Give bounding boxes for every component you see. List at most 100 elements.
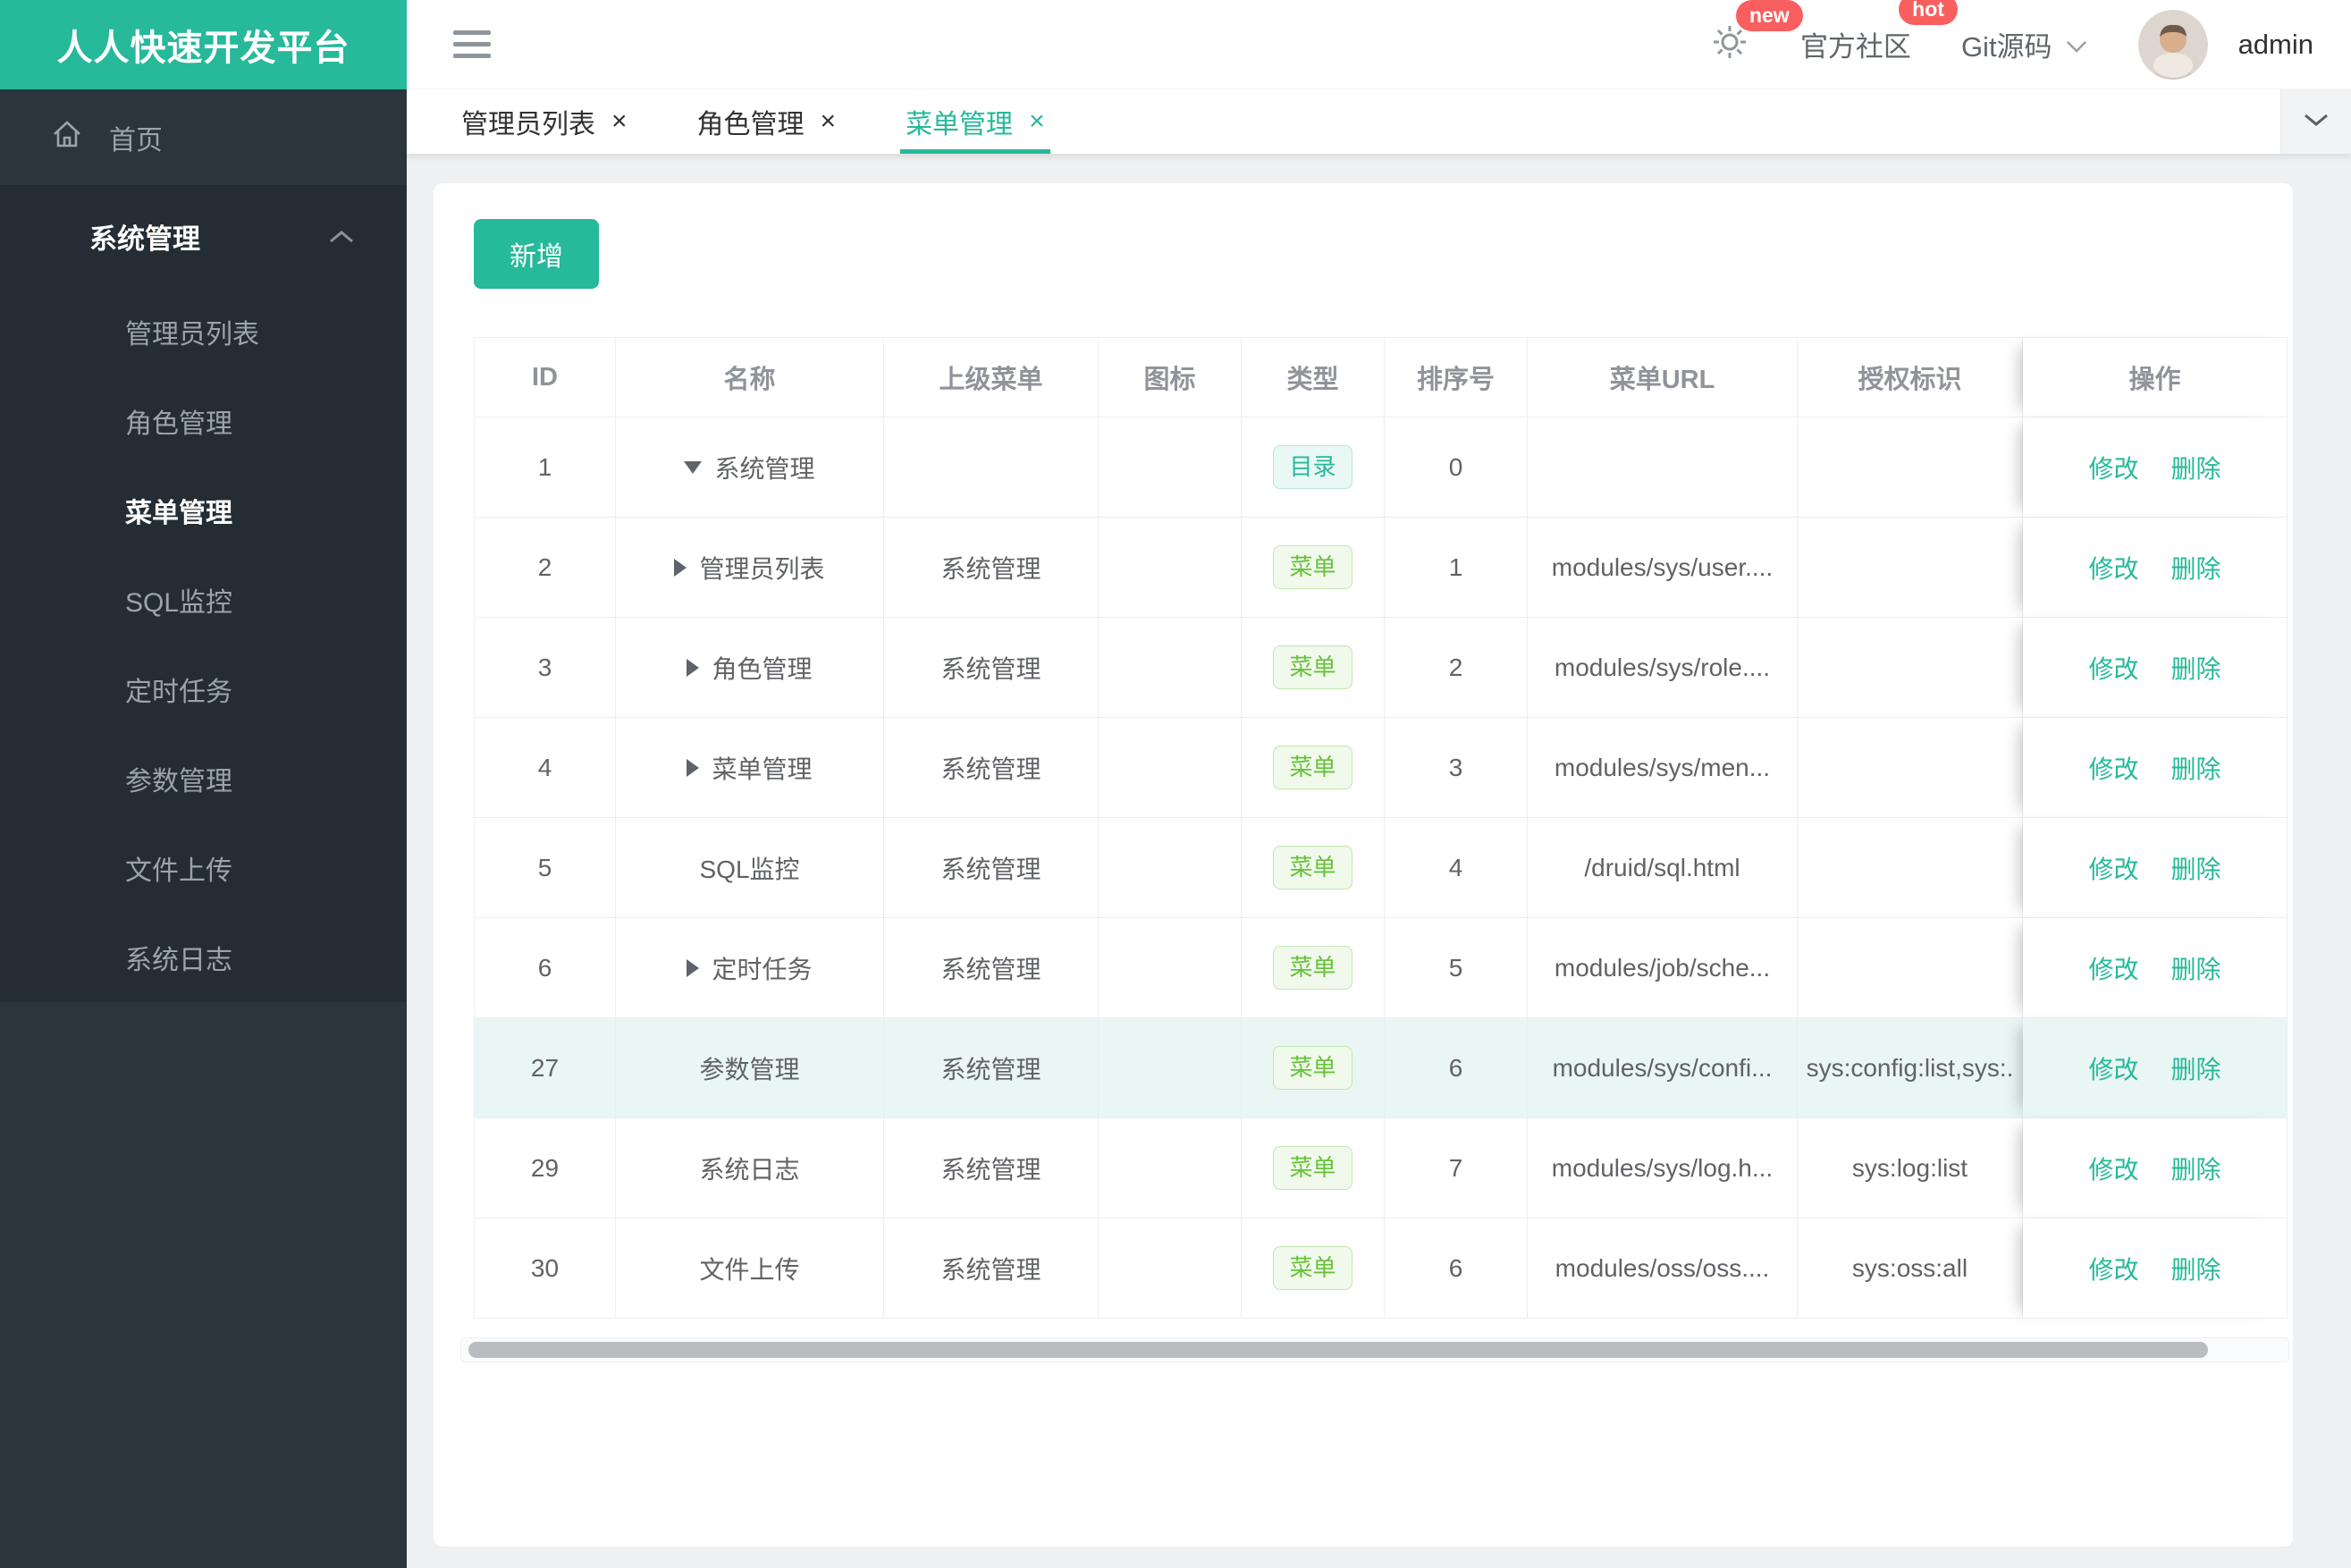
cell-sort: 6 [1385,1018,1528,1118]
menu-name-label: 参数管理 [699,1055,800,1083]
edit-link[interactable]: 修改 [2088,555,2138,583]
cell-name: 定时任务 [616,918,884,1018]
cell-parent-menu: 系统管理 [884,1218,1099,1319]
tab-角色管理[interactable]: 角色管理 × [697,89,837,154]
cell-perms [1798,618,2023,718]
cell-id: 3 [475,618,616,718]
table-row: 27 参数管理 系统管理 菜单 6 modules/sys/confi... sys:con… [475,1018,2288,1118]
sidebar-item-SQL监控[interactable]: SQL监控 [0,555,407,645]
edit-link[interactable]: 修改 [2088,655,2138,683]
cell-url: modules/sys/role.... [1528,618,1798,718]
cell-parent-menu: 系统管理 [884,1018,1099,1118]
edit-link[interactable]: 修改 [2088,1156,2138,1184]
delete-link[interactable]: 删除 [2171,655,2221,683]
cell-name: 系统管理 [616,417,884,518]
cell-icon [1099,1018,1242,1118]
delete-link[interactable]: 删除 [2171,856,2221,883]
tab-overflow-button[interactable] [2280,89,2351,154]
expand-arrow-icon[interactable] [687,958,700,977]
sidebar-item-home[interactable]: 首页 [0,89,407,185]
expand-arrow-icon[interactable] [687,658,700,677]
sidebar-group-header[interactable]: 系统管理 [0,185,407,287]
cell-sort: 2 [1385,618,1528,718]
sidebar-item-系统日志[interactable]: 系统日志 [0,913,407,1002]
column-header: 图标 [1099,338,1242,417]
name-cell: 参数管理 [621,1050,878,1086]
sidebar-item-参数管理[interactable]: 参数管理 [0,734,407,823]
cell-actions: 修改 删除 [2023,618,2288,718]
delete-link[interactable]: 删除 [2171,755,2221,783]
table-row: 6 定时任务 系统管理 菜单 5 modules/job/sche... 修改 删除 [475,918,2288,1018]
expand-arrow-icon[interactable] [687,758,700,777]
add-button[interactable]: 新增 [474,219,599,289]
edit-link[interactable]: 修改 [2088,755,2138,783]
tab-close-icon[interactable]: × [821,108,837,135]
tab-管理员列表[interactable]: 管理员列表 × [461,89,628,154]
gear-icon [1709,26,1750,66]
delete-link[interactable]: 删除 [2171,1056,2221,1083]
collapse-arrow-icon[interactable] [684,460,703,474]
delete-link[interactable]: 删除 [2171,956,2221,983]
table-row: 4 菜单管理 系统管理 菜单 3 modules/sys/men... 修改 删除 [475,718,2288,818]
cell-id: 30 [475,1218,616,1319]
avatar[interactable] [2137,9,2208,80]
name-cell: 系统管理 [621,450,878,485]
cell-actions: 修改 删除 [2023,1218,2288,1319]
name-cell: 菜单管理 [621,750,878,786]
name-cell: 管理员列表 [621,550,878,586]
type-tag: 菜单 [1273,1045,1352,1091]
git-source-dropdown[interactable]: Git源码 [1961,24,2088,64]
name-cell: 角色管理 [621,650,878,686]
sidebar-item-管理员列表[interactable]: 管理员列表 [0,287,407,376]
edit-link[interactable]: 修改 [2088,856,2138,883]
cell-icon [1099,918,1242,1018]
sidebar: 人人快速开发平台 首页 系统管理 管理员列表 角色管理 菜单管理 SQL监控 定… [0,0,407,1568]
sidebar-item-角色管理[interactable]: 角色管理 [0,376,407,466]
cell-actions: 修改 删除 [2023,918,2288,1018]
app-root: 人人快速开发平台 首页 系统管理 管理员列表 角色管理 菜单管理 SQL监控 定… [0,0,2351,1568]
edit-link[interactable]: 修改 [2088,956,2138,983]
delete-link[interactable]: 删除 [2171,555,2221,583]
cell-parent-menu: 系统管理 [884,1118,1099,1218]
app-logo[interactable]: 人人快速开发平台 [0,0,407,89]
sidebar-submenu: 管理员列表 角色管理 菜单管理 SQL监控 定时任务 参数管理 文件上传 系统日志 [0,287,407,1002]
table-row: 5 SQL监控 系统管理 菜单 4/druid/sql.html 修改 删除 [475,818,2288,918]
cell-url: modules/sys/user.... [1528,518,1798,618]
hamburger-menu-icon[interactable] [453,30,491,58]
menu-name-label: 系统管理 [714,454,815,483]
type-tag: 菜单 [1273,645,1352,690]
horizontal-scrollbar-thumb[interactable] [468,1342,2208,1358]
sidebar-item-菜单管理[interactable]: 菜单管理 [0,466,407,555]
cell-id: 29 [475,1118,616,1218]
tab-close-icon[interactable]: × [1029,108,1045,135]
column-header: ID [475,338,616,417]
username-label[interactable]: admin [2238,29,2313,61]
cell-type: 菜单 [1242,618,1385,718]
edit-link[interactable]: 修改 [2088,1056,2138,1083]
table-row: 2 管理员列表 系统管理 菜单 1 modules/sys/user.... 修改 删除 [475,518,2288,618]
expand-arrow-icon[interactable] [674,558,687,577]
name-cell: SQL监控 [621,850,878,886]
settings-gear-button[interactable]: new [1709,0,1803,67]
column-header: 菜单URL [1528,338,1798,417]
delete-link[interactable]: 删除 [2171,455,2221,483]
community-link[interactable]: 官方社区 hot [1800,0,1958,64]
cell-id: 5 [475,818,616,918]
type-tag: 菜单 [1273,1245,1352,1291]
edit-link[interactable]: 修改 [2088,1256,2138,1284]
topbar-right: new 官方社区 hot Git源码 admin [1709,0,2313,80]
edit-link[interactable]: 修改 [2088,455,2138,483]
delete-link[interactable]: 删除 [2171,1156,2221,1184]
cell-id: 1 [475,417,616,518]
cell-actions: 修改 删除 [2023,518,2288,618]
cell-parent-menu: 系统管理 [884,718,1099,818]
cell-url: modules/job/sche... [1528,918,1798,1018]
sidebar-item-文件上传[interactable]: 文件上传 [0,823,407,913]
sidebar-item-定时任务[interactable]: 定时任务 [0,645,407,734]
cell-type: 目录 [1242,417,1385,518]
tab-菜单管理[interactable]: 菜单管理 × [900,89,1050,154]
delete-link[interactable]: 删除 [2171,1256,2221,1284]
column-header: 类型 [1242,338,1385,417]
cell-name: SQL监控 [616,818,884,918]
tab-close-icon[interactable]: × [611,108,628,135]
